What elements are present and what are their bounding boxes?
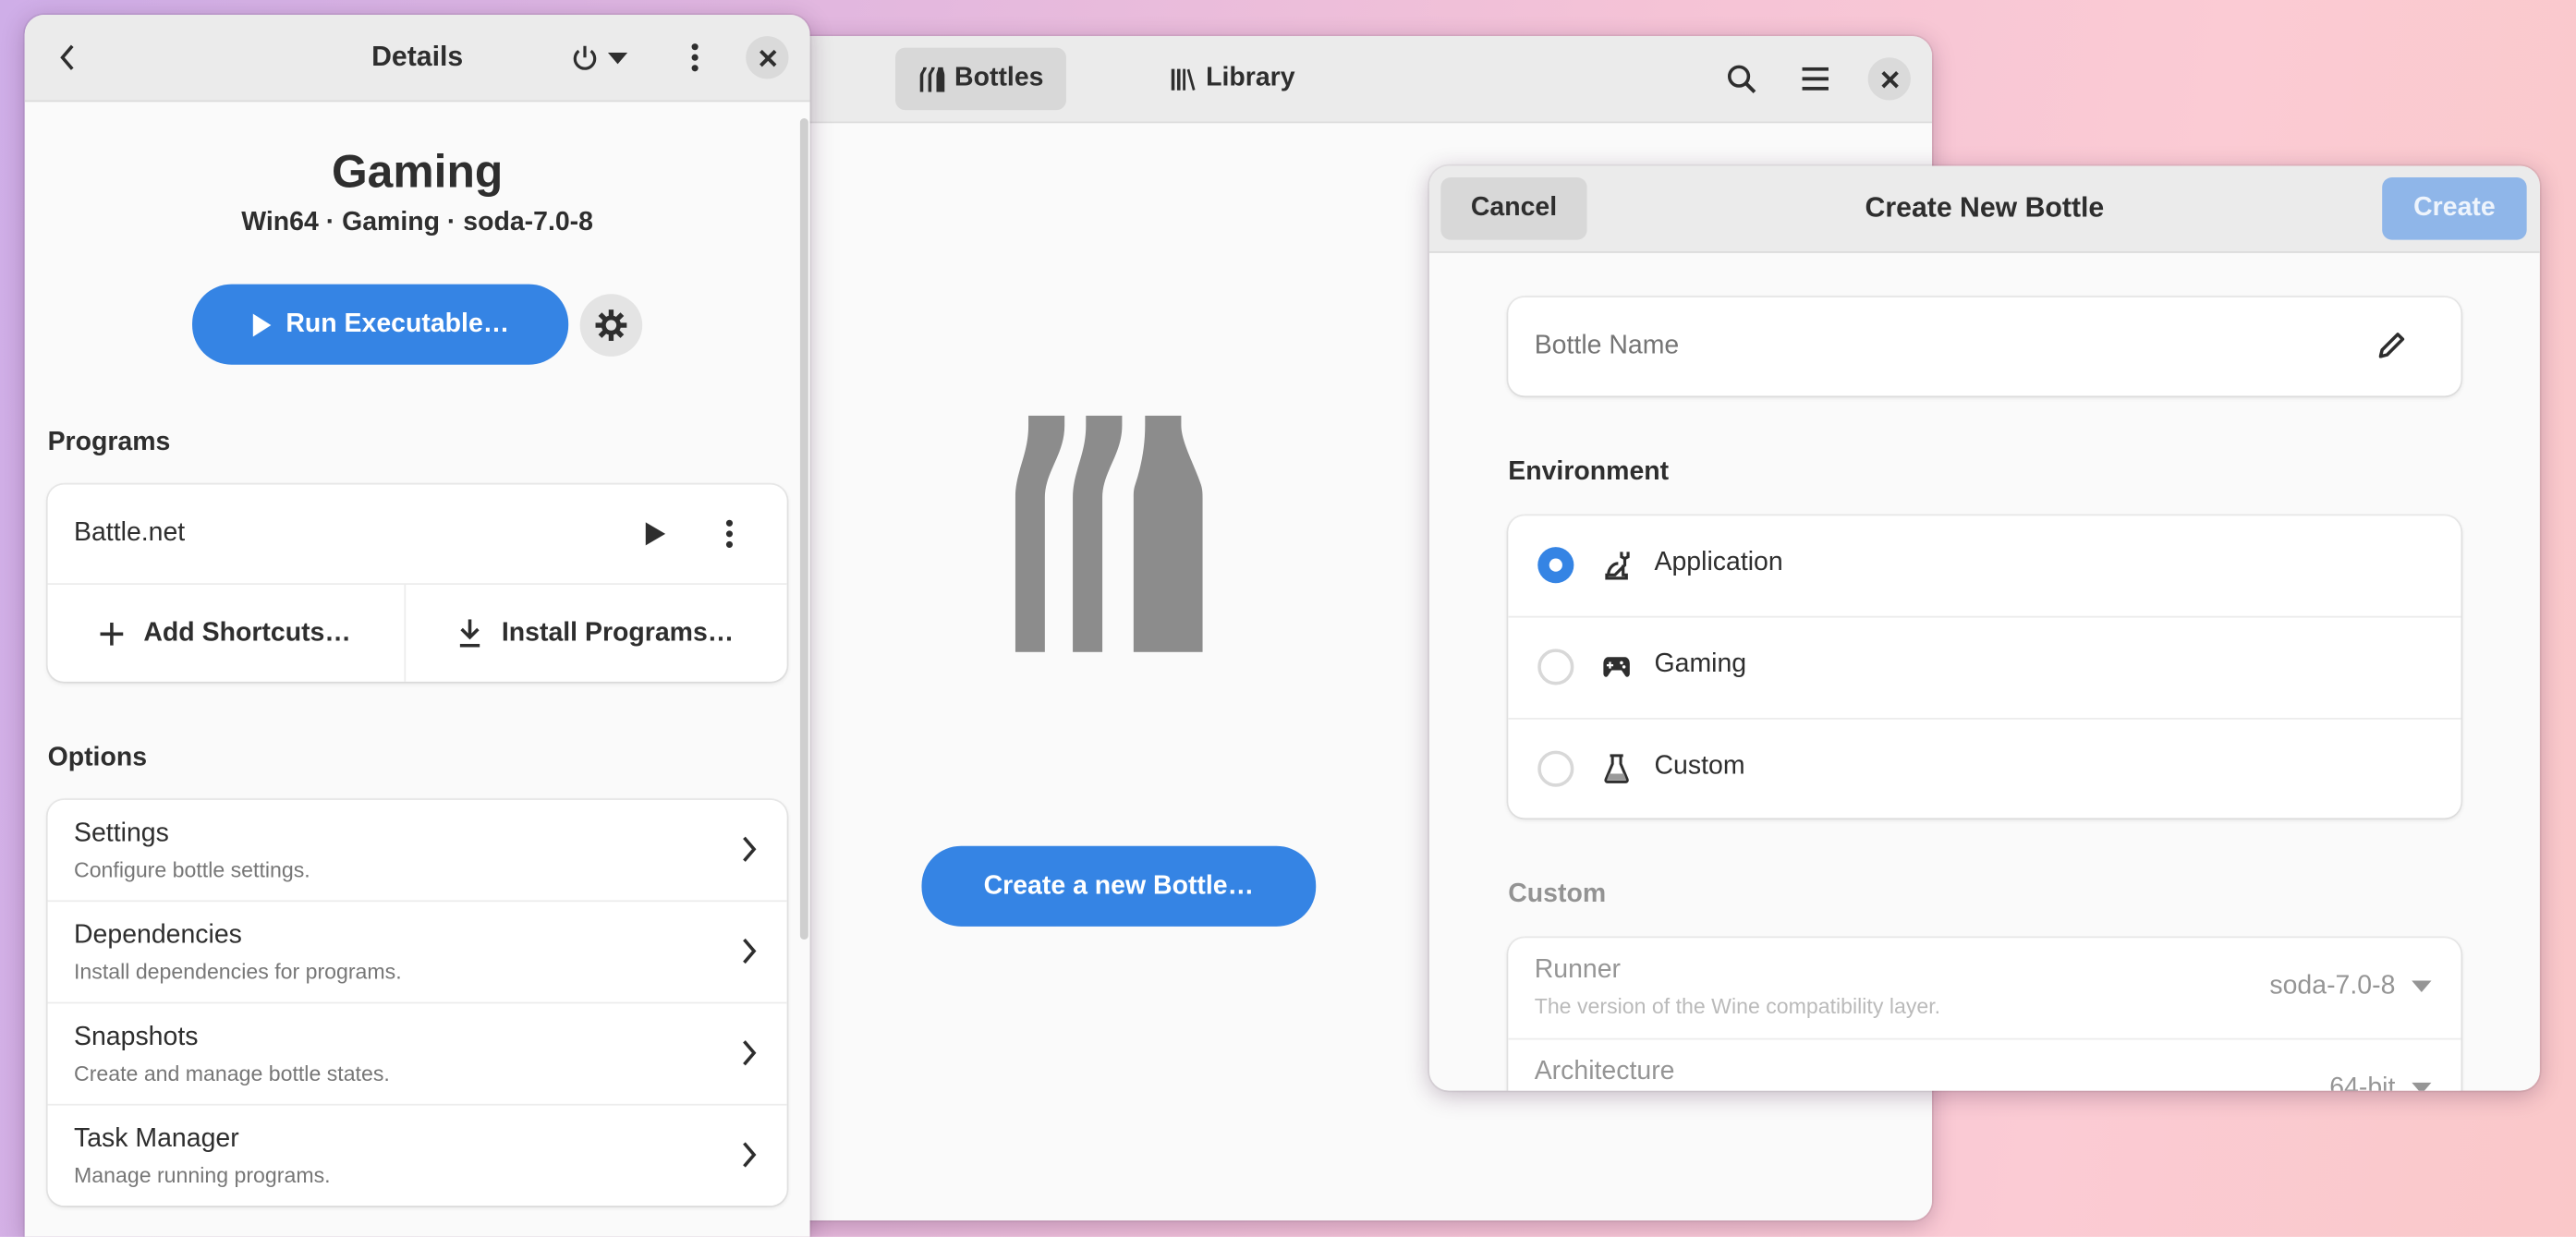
application-icon bbox=[1605, 552, 1630, 580]
environment-row-custom[interactable]: Custom bbox=[1508, 720, 2461, 819]
environment-label: Custom bbox=[1654, 752, 1745, 781]
runner-value[interactable]: soda-7.0-8 bbox=[2269, 973, 2395, 1002]
option-subtitle: Install dependencies for programs. bbox=[74, 959, 402, 985]
download-icon bbox=[460, 619, 480, 648]
option-subtitle: Create and manage bottle states. bbox=[74, 1061, 390, 1086]
option-subtitle: Configure bottle settings. bbox=[74, 857, 310, 882]
close-icon bbox=[1880, 70, 1898, 88]
option-title: Settings bbox=[74, 819, 169, 848]
bottles-icon bbox=[919, 67, 945, 92]
program-name: Battle.net bbox=[74, 518, 186, 548]
custom-settings-card: Runner The version of the Wine compatibi… bbox=[1508, 938, 2461, 1091]
details-close-button[interactable] bbox=[746, 36, 789, 79]
search-button[interactable] bbox=[1721, 59, 1761, 99]
custom-section-label: Custom bbox=[1508, 880, 1607, 909]
tab-bottles-label: Bottles bbox=[954, 64, 1044, 92]
edit-pencil-icon bbox=[2378, 333, 2405, 358]
details-header-bar: Details bbox=[24, 15, 810, 103]
power-menu-button[interactable] bbox=[564, 36, 636, 79]
options-section-label: Options bbox=[47, 744, 148, 772]
architecture-value[interactable]: 64-bit bbox=[2329, 1074, 2395, 1091]
create-button[interactable]: Create bbox=[2382, 177, 2527, 240]
main-close-button[interactable] bbox=[1867, 57, 1911, 101]
main-header-bar: Bottles Library bbox=[772, 36, 1932, 124]
run-executable-button[interactable]: Run Executable… bbox=[192, 284, 569, 365]
search-icon bbox=[1727, 65, 1756, 93]
bottle-name-entry[interactable] bbox=[1508, 297, 2461, 396]
view-more-icon bbox=[725, 519, 734, 548]
programs-section-label: Programs bbox=[47, 429, 171, 457]
tab-library[interactable]: Library bbox=[1147, 48, 1318, 111]
details-scrollbar[interactable] bbox=[799, 118, 808, 940]
play-icon bbox=[645, 522, 666, 546]
programs-card: Battle.net Add Shortcuts… Install Progra… bbox=[47, 484, 787, 682]
create-new-bottle-label: Create a new Bottle… bbox=[983, 871, 1255, 900]
option-row-settings[interactable]: Settings Configure bottle settings. bbox=[47, 800, 787, 903]
desktop: Bottles Library Bottles bbox=[0, 0, 2576, 1237]
play-icon bbox=[252, 312, 272, 336]
architecture-row[interactable]: Architecture 64-bit bbox=[1508, 1040, 2461, 1091]
chevron-right-icon bbox=[743, 938, 757, 964]
options-card: Settings Configure bottle settings. Depe… bbox=[47, 799, 787, 1207]
gamepad-icon bbox=[1603, 657, 1630, 677]
create-new-bottle-button[interactable]: Create a new Bottle… bbox=[921, 845, 1317, 927]
runner-title: Runner bbox=[1534, 955, 1622, 985]
environment-section-label: Environment bbox=[1508, 458, 1670, 487]
option-title: Dependencies bbox=[74, 921, 242, 950]
view-more-icon bbox=[691, 43, 699, 72]
details-menu-button[interactable] bbox=[675, 36, 715, 79]
bottle-meta: Win64 · Gaming · soda-7.0-8 bbox=[241, 208, 593, 237]
bottles-logo-icon bbox=[1015, 415, 1203, 652]
gear-icon bbox=[595, 309, 627, 341]
environment-label: Gaming bbox=[1654, 650, 1747, 679]
tab-library-label: Library bbox=[1206, 64, 1295, 92]
add-shortcuts-label: Add Shortcuts… bbox=[143, 618, 351, 647]
create-label: Create bbox=[2413, 193, 2496, 223]
main-menu-button[interactable] bbox=[1795, 59, 1835, 99]
radio-application[interactable] bbox=[1537, 547, 1574, 584]
option-row-snapshots[interactable]: Snapshots Create and manage bottle state… bbox=[47, 1003, 787, 1106]
chevron-right-icon bbox=[743, 1142, 757, 1168]
program-row[interactable]: Battle.net bbox=[47, 485, 787, 585]
tab-bottles[interactable]: Bottles bbox=[895, 47, 1067, 111]
option-title: Task Manager bbox=[74, 1124, 239, 1154]
close-icon bbox=[759, 49, 776, 67]
add-shortcuts-button[interactable]: Add Shortcuts… bbox=[48, 585, 405, 682]
caret-down-icon bbox=[607, 52, 628, 64]
bottle-settings-button[interactable] bbox=[579, 294, 643, 357]
create-bottle-dialog: Cancel Create New Bottle Create Environm… bbox=[1428, 165, 2540, 1091]
chevron-right-icon bbox=[743, 1040, 757, 1066]
flask-icon bbox=[1604, 754, 1629, 783]
install-programs-label: Install Programs… bbox=[501, 618, 735, 647]
dialog-title: Create New Bottle bbox=[1865, 192, 2105, 224]
program-run-button[interactable] bbox=[636, 515, 675, 554]
bottle-name-input[interactable] bbox=[1508, 297, 2363, 396]
program-menu-button[interactable] bbox=[710, 515, 749, 554]
library-icon bbox=[1171, 68, 1196, 91]
radio-gaming[interactable] bbox=[1537, 649, 1574, 685]
install-programs-button[interactable]: Install Programs… bbox=[406, 585, 787, 682]
plus-icon bbox=[101, 621, 125, 645]
option-subtitle: Manage running programs. bbox=[74, 1162, 331, 1188]
environment-card: Application Gaming Custom bbox=[1508, 515, 2461, 819]
environment-row-application[interactable]: Application bbox=[1508, 515, 2461, 618]
option-row-dependencies[interactable]: Dependencies Install dependencies for pr… bbox=[47, 902, 787, 1004]
option-title: Snapshots bbox=[74, 1023, 199, 1051]
radio-custom[interactable] bbox=[1537, 750, 1574, 787]
runner-subtitle: The version of the Wine compatibility la… bbox=[1534, 993, 1941, 1019]
caret-down-icon bbox=[2412, 1082, 2432, 1091]
caret-down-icon bbox=[2412, 980, 2432, 992]
chevron-right-icon bbox=[743, 836, 757, 862]
power-icon bbox=[573, 44, 597, 69]
hamburger-menu-icon bbox=[1802, 67, 1829, 91]
run-executable-label: Run Executable… bbox=[286, 309, 510, 338]
details-window: Details Gaming Win64 · Gaming · soda-7.0… bbox=[24, 15, 810, 1237]
runner-row[interactable]: Runner The version of the Wine compatibi… bbox=[1508, 938, 2461, 1040]
environment-label: Application bbox=[1654, 548, 1783, 577]
bottle-name: Gaming bbox=[331, 146, 504, 198]
architecture-title: Architecture bbox=[1534, 1058, 1675, 1086]
environment-row-gaming[interactable]: Gaming bbox=[1508, 618, 2461, 720]
dialog-header-bar: Cancel Create New Bottle Create bbox=[1428, 165, 2540, 253]
option-row-task-manager[interactable]: Task Manager Manage running programs. bbox=[48, 1106, 787, 1206]
